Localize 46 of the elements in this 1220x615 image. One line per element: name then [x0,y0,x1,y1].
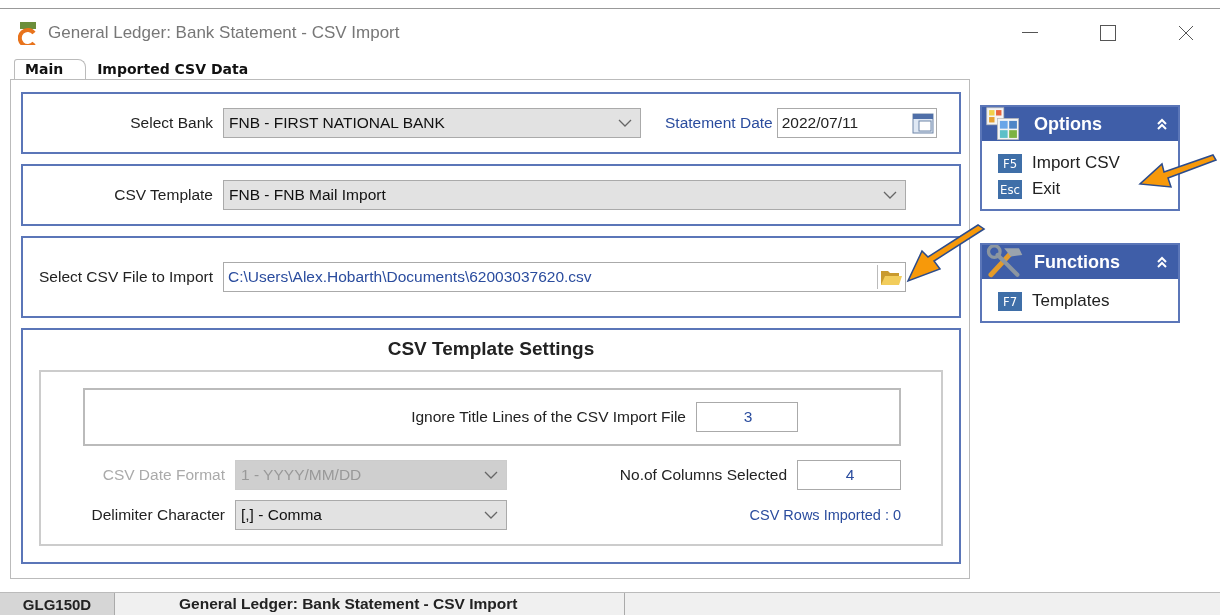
file-path-field[interactable]: C:\Users\Alex.Hobarth\Documents\62003037620.csv [223,262,906,292]
columns-field[interactable]: 4 [797,460,901,490]
shortcut-key: F7 [998,291,1022,311]
chevron-down-icon [484,511,498,519]
panel-menu-item[interactable]: F5 Import CSV [998,153,1120,173]
minimize-icon [1022,32,1038,34]
app-logo-icon [18,21,38,45]
panel-header[interactable]: Options [982,107,1178,141]
collapse-icon[interactable] [1156,256,1168,268]
calendar-icon[interactable] [911,112,934,134]
status-code: GLG150D [0,593,115,615]
window-title: General Ledger: Bank Statement - CSV Import [48,23,401,43]
chevron-down-icon [618,119,632,127]
section-title: CSV Template Settings [387,338,595,360]
status-title: General Ledger: Bank Statement - CSV Import [115,593,625,615]
shortcut-key: Esc [998,179,1022,199]
chevron-down-icon [883,191,897,199]
menu-label: Exit [1032,179,1061,199]
folder-icon[interactable] [877,265,903,289]
field-label: Ignore Title Lines of the CSV Import File [410,408,687,426]
collapse-icon[interactable] [1156,118,1168,130]
field-label: Statement Date [665,114,773,132]
bank-dropdown[interactable]: FNB - FIRST NATIONAL BANK [223,108,641,138]
field-label: Select CSV File to Import [38,268,214,286]
field-label: Delimiter Character [90,506,226,524]
template-dropdown[interactable]: FNB - FNB Mail Import [223,180,906,210]
field-label: Select Bank [129,114,214,132]
rows-imported-text: CSV Rows Imported : 0 [749,507,901,523]
panel-menu-item[interactable]: F7 Templates [998,291,1110,311]
tools-icon [986,245,1024,278]
menu-label: Import CSV [1032,153,1120,173]
close-icon [1178,25,1194,41]
title-lines-field[interactable]: 3 [696,402,798,432]
shortcut-key: F5 [998,153,1022,173]
field-label: CSV Date Format [101,466,226,484]
tab[interactable]: Main [14,59,87,79]
panel-menu-item[interactable]: Esc Exit [998,179,1061,199]
field-label: CSV Template [113,186,214,204]
tab[interactable]: Imported CSV Data [86,59,272,79]
menu-label: Templates [1032,291,1110,311]
delimiter-dropdown[interactable]: [,] - Comma [235,500,507,530]
maximize-icon [1100,25,1116,41]
field-label: No.of Columns Selected [618,466,788,484]
chevron-down-icon [484,471,498,479]
date-field[interactable]: 2022/07/11 [776,108,937,138]
panel-header[interactable]: Functions [982,245,1178,279]
